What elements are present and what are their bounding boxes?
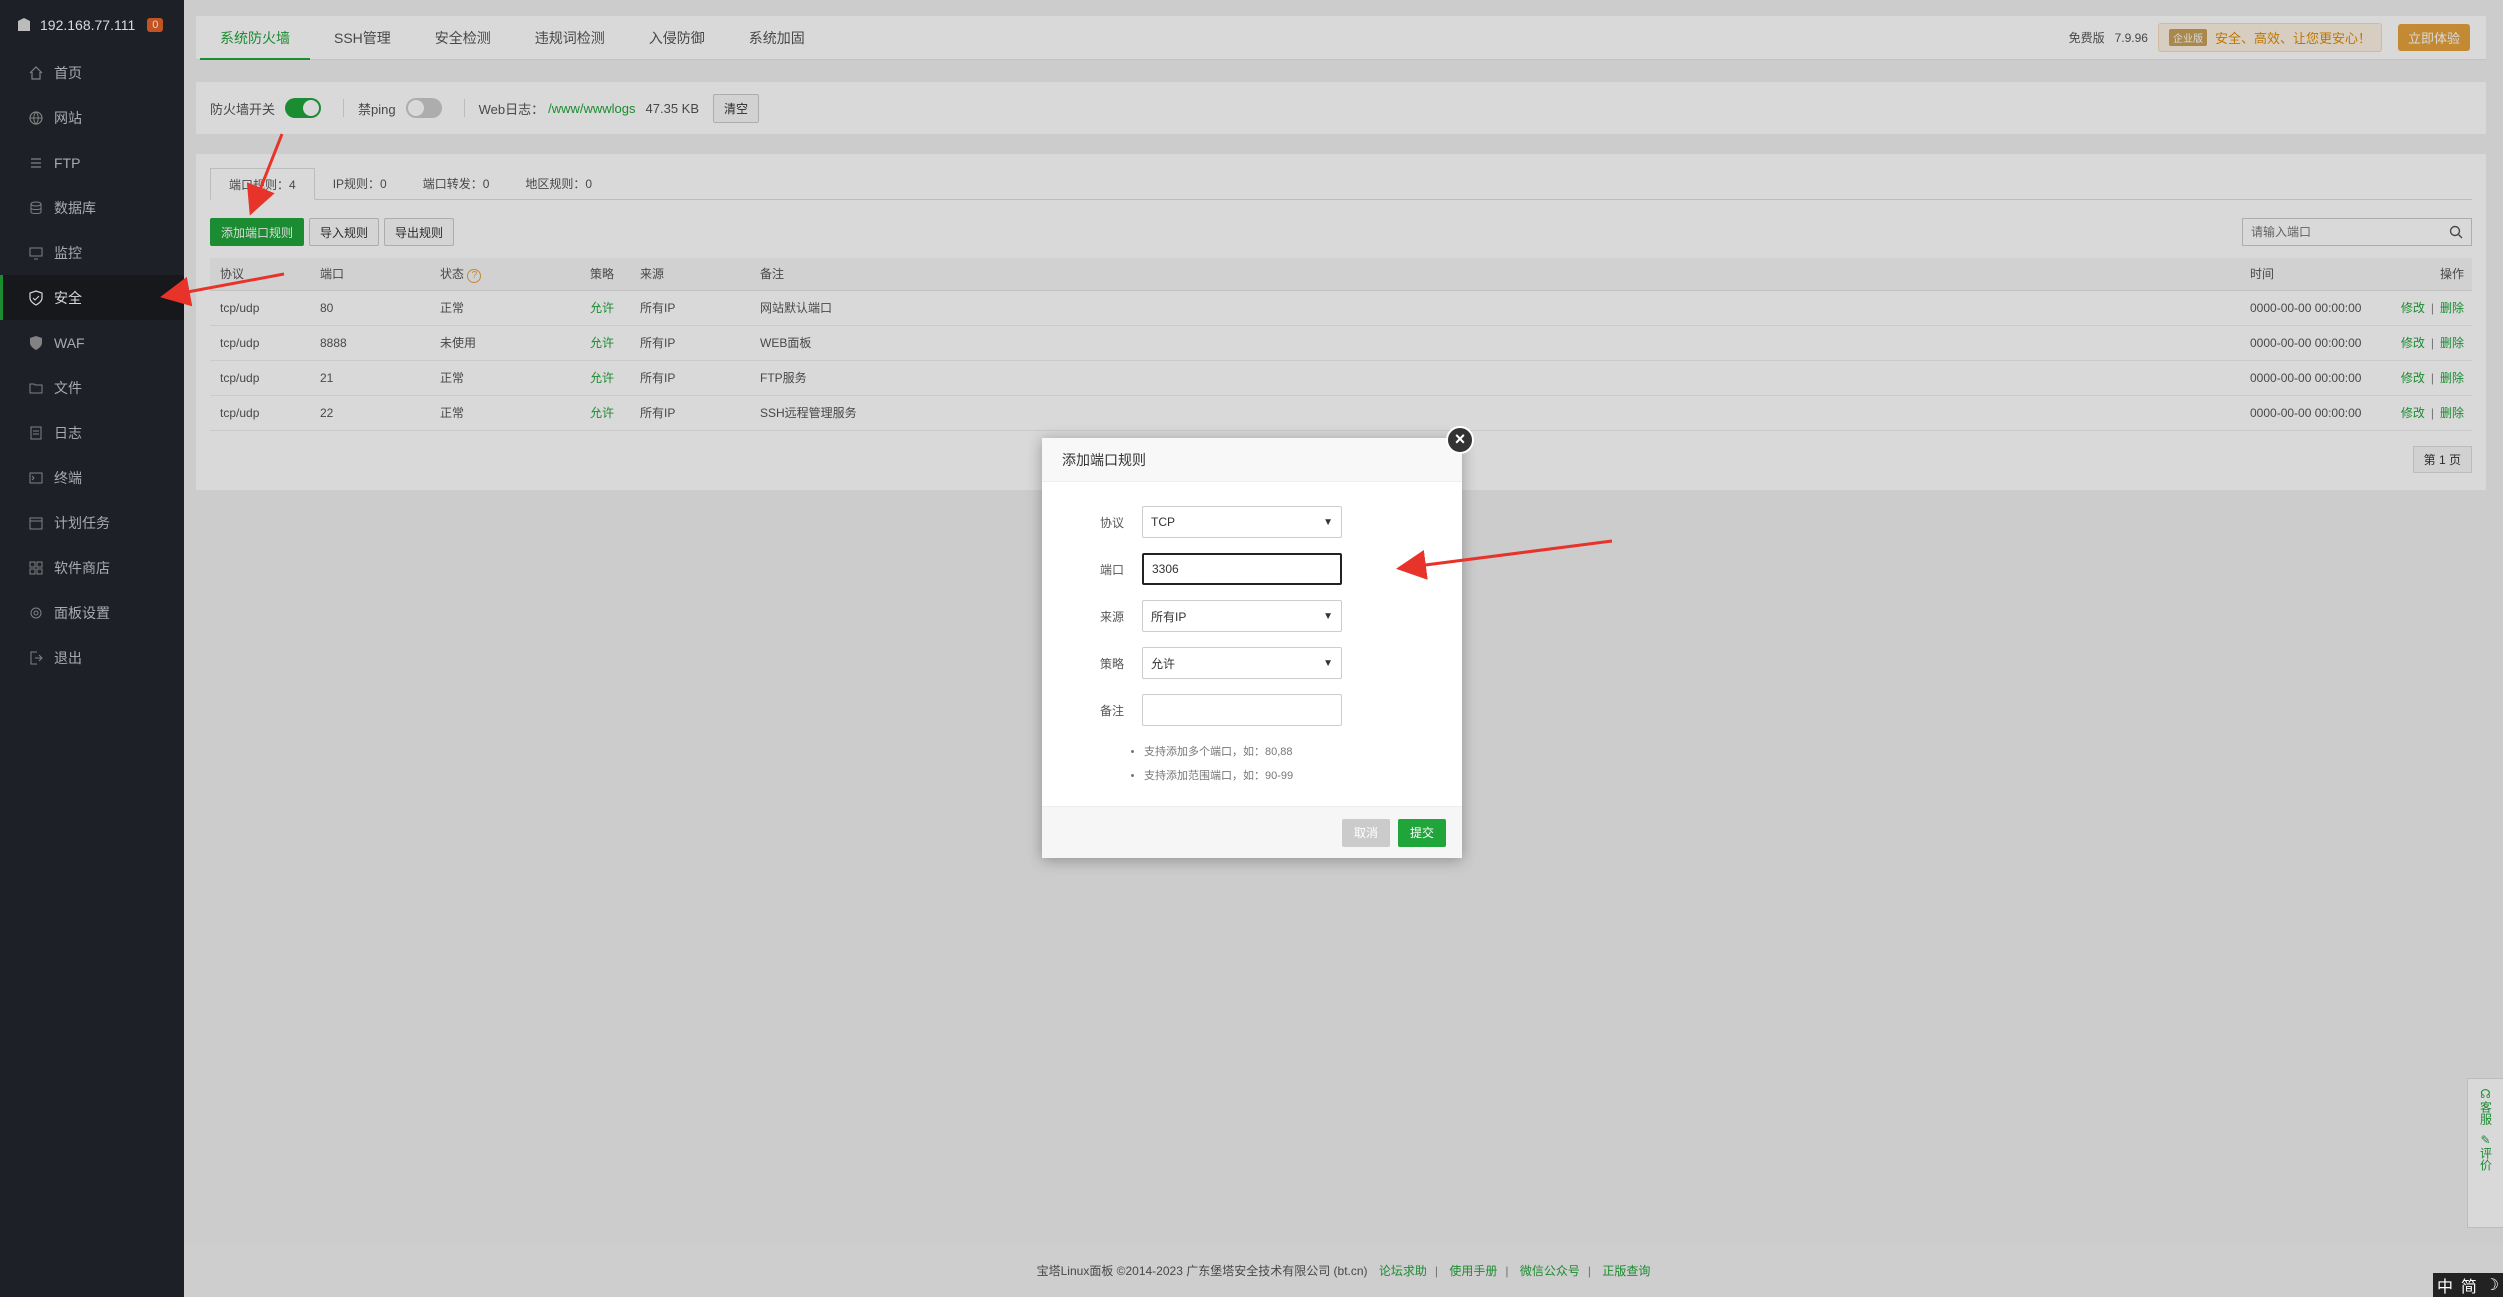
- source-row: 来源 所有IP ▼: [1042, 600, 1462, 632]
- tip-item: 支持添加范围端口，如：90-99: [1144, 764, 1293, 788]
- port-input[interactable]: 3306: [1142, 553, 1342, 585]
- ime-indicator[interactable]: 中 简 ☽: [2433, 1273, 2503, 1297]
- port-label: 端口: [1099, 562, 1124, 577]
- source-label: 来源: [1099, 609, 1124, 624]
- note-input[interactable]: [1142, 694, 1342, 726]
- dialog-tips: 支持添加多个端口，如：80,88 支持添加范围端口，如：90-99: [1132, 740, 1293, 788]
- port-row: 端口 3306: [1042, 553, 1462, 585]
- chevron-down-icon: ▼: [1323, 610, 1333, 622]
- note-row: 备注: [1042, 694, 1462, 726]
- ime-zh: 中: [2436, 1279, 2453, 1296]
- protocol-value: TCP: [1151, 515, 1175, 529]
- ime-moon-icon: ☽: [2484, 1277, 2500, 1294]
- protocol-label: 协议: [1099, 515, 1124, 530]
- add-port-rule-dialog: 添加端口规则 × 协议 TCP ▼ 端口 3306 来源 所有IP ▼ 策略 允许 ▼…: [1042, 426, 1474, 858]
- dialog-title: 添加端口规则: [1042, 438, 1462, 482]
- note-label: 备注: [1099, 703, 1124, 718]
- source-value: 所有IP: [1151, 609, 1187, 624]
- policy-row: 策略 允许 ▼: [1042, 647, 1462, 679]
- protocol-row: 协议 TCP ▼: [1042, 506, 1462, 538]
- ime-simp: 简: [2460, 1279, 2477, 1296]
- port-value: 3306: [1152, 562, 1179, 576]
- dialog-footer: 取消 提交: [1042, 806, 1462, 858]
- policy-value: 允许: [1151, 656, 1176, 671]
- tip-item: 支持添加多个端口，如：80,88: [1144, 740, 1293, 764]
- protocol-select[interactable]: TCP ▼: [1142, 506, 1342, 538]
- close-icon[interactable]: ×: [1446, 426, 1474, 454]
- submit-button[interactable]: 提交: [1397, 819, 1446, 847]
- source-select[interactable]: 所有IP ▼: [1142, 600, 1342, 632]
- policy-select[interactable]: 允许 ▼: [1142, 647, 1342, 679]
- chevron-down-icon: ▼: [1323, 657, 1333, 669]
- chevron-down-icon: ▼: [1323, 516, 1333, 528]
- cancel-button[interactable]: 取消: [1341, 819, 1390, 847]
- policy-label: 策略: [1099, 656, 1124, 671]
